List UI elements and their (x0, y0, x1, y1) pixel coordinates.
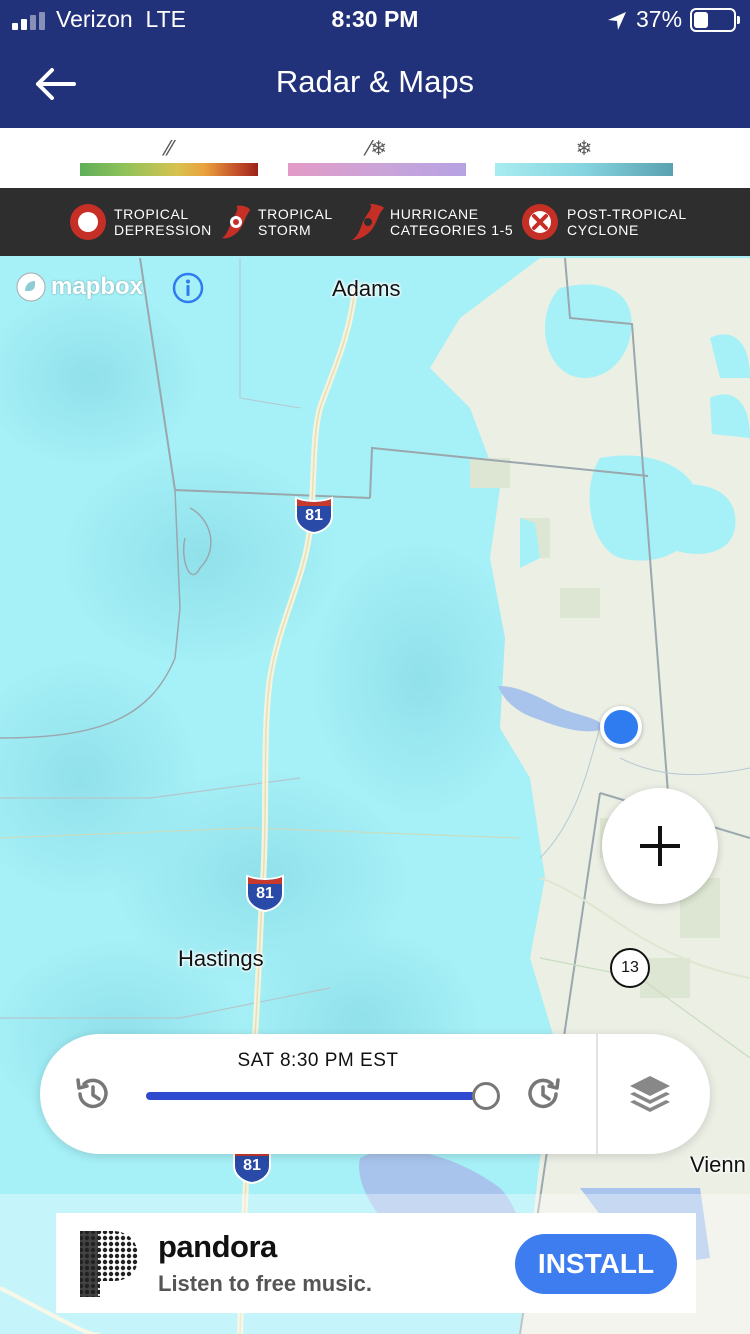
location-services-icon (608, 12, 626, 30)
storm-legend: TROPICAL DEPRESSION TROPICAL STORM HURRI… (0, 188, 750, 256)
town-adams: Adams (332, 276, 401, 301)
interstate-shield: 81 (245, 874, 285, 913)
precip-legend: ⁄⁄ ⁄❄ ❄ (0, 128, 750, 188)
mix-color-bar (288, 163, 466, 176)
storm-label: POST-TROPICAL CYCLONE (567, 206, 687, 238)
timeline-control: SAT 8:30 PM EST (40, 1034, 710, 1154)
snow-color-bar (495, 163, 673, 176)
current-location-dot[interactable] (600, 706, 642, 748)
battery-percent: 37% (636, 6, 683, 32)
rain-color-bar (80, 163, 258, 176)
install-button[interactable]: INSTALL (515, 1234, 677, 1294)
layers-icon[interactable] (626, 1072, 674, 1116)
ad-banner[interactable]: pandora Listen to free music. INSTALL (56, 1213, 696, 1313)
mix-icon: ⁄❄ (366, 136, 388, 160)
timeline-slider[interactable] (146, 1082, 500, 1110)
rewind-history-icon[interactable] (72, 1074, 112, 1114)
tropical-storm-icon (222, 205, 251, 239)
timeline-divider (596, 1034, 598, 1154)
rain-icon: ⁄⁄ (165, 136, 173, 160)
interstate-shield: 81 (294, 496, 334, 535)
battery-icon (690, 8, 740, 32)
forecast-forward-icon[interactable] (524, 1074, 564, 1114)
timeline-handle[interactable] (472, 1082, 500, 1110)
interstate-number: 81 (256, 885, 274, 902)
pandora-logo-icon (80, 1231, 138, 1297)
ad-brand: pandora (158, 1229, 277, 1264)
ad-tagline: Listen to free music. (158, 1271, 372, 1296)
page-title: Radar & Maps (275, 64, 475, 99)
snow-legend: ❄ (495, 136, 673, 184)
rain-legend: ⁄⁄ (80, 136, 258, 184)
storm-label: TROPICAL STORM (258, 206, 333, 238)
interstate-number: 81 (305, 507, 323, 524)
zoom-in-button[interactable] (602, 788, 718, 904)
hurricane-icon (352, 204, 385, 240)
status-bar: Verizon LTE 8:30 PM 37% (0, 0, 750, 42)
info-icon[interactable] (172, 272, 204, 304)
mapbox-label: mapbox (51, 273, 144, 300)
mapbox-attribution[interactable]: mapbox (15, 270, 143, 304)
route-13-shield: 13 (610, 948, 650, 988)
mapbox-logo-icon (16, 272, 46, 302)
timeline-time-label: SAT 8:30 PM EST (237, 1050, 399, 1071)
snow-icon: ❄ (575, 136, 593, 160)
storm-label: TROPICAL DEPRESSION (114, 206, 212, 238)
timeline-progress (146, 1092, 486, 1100)
interstate-number: 81 (243, 1157, 261, 1174)
post-tropical-cyclone-icon (522, 204, 558, 240)
town-vienna: Vienn (690, 1152, 746, 1177)
radar-map[interactable]: mapbox Adams Hastings Vienn 81 81 81 13 (0, 258, 750, 1334)
tropical-depression-icon (70, 204, 106, 240)
storm-label: HURRICANE CATEGORIES 1-5 (390, 206, 514, 238)
town-hastings: Hastings (178, 946, 264, 971)
mix-legend: ⁄❄ (288, 136, 466, 184)
top-bar: Verizon LTE 8:30 PM 37% Radar & Maps (0, 0, 750, 128)
